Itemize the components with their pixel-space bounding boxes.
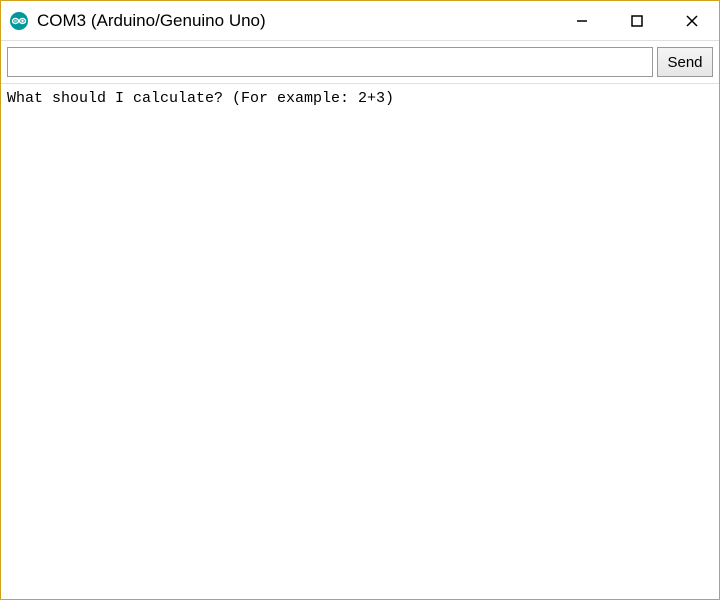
serial-input[interactable] <box>7 47 653 77</box>
input-row: Send <box>1 41 719 84</box>
console-output: What should I calculate? (For example: 2… <box>1 84 719 599</box>
window-title: COM3 (Arduino/Genuino Uno) <box>37 11 554 31</box>
maximize-button[interactable] <box>609 1 664 40</box>
minimize-button[interactable] <box>554 1 609 40</box>
arduino-icon <box>9 11 29 31</box>
window-controls <box>554 1 719 40</box>
serial-monitor-window: COM3 (Arduino/Genuino Uno) Send <box>0 0 720 600</box>
titlebar: COM3 (Arduino/Genuino Uno) <box>1 1 719 41</box>
send-button[interactable]: Send <box>657 47 713 77</box>
close-button[interactable] <box>664 1 719 40</box>
